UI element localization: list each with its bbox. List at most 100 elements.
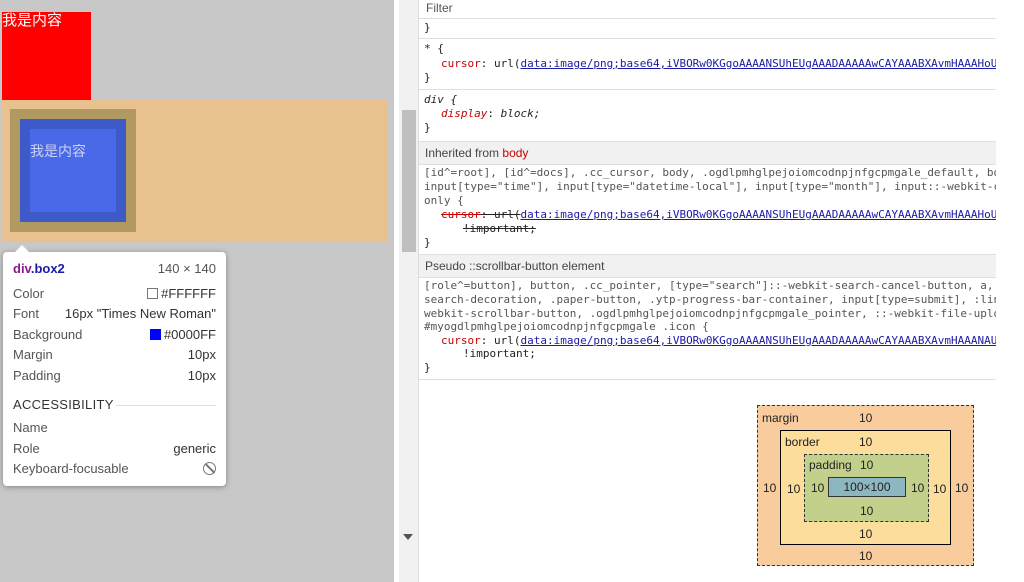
border-left-value[interactable]: 10 — [787, 482, 800, 496]
rule-selector[interactable]: div { — [424, 93, 457, 107]
accessibility-heading-text: ACCESSIBILITY — [13, 397, 114, 412]
divider — [116, 405, 216, 406]
rule-close: } — [424, 361, 431, 374]
property-value[interactable]: url( — [494, 57, 521, 70]
filter-input[interactable]: Filter — [426, 1, 453, 15]
tooltip-key: Color — [13, 286, 45, 301]
padding-right-value[interactable]: 10 — [911, 481, 924, 495]
tooltip-key: Padding — [13, 368, 61, 383]
inherited-label: Inherited from — [425, 146, 500, 160]
property-value[interactable]: url( — [494, 334, 521, 347]
tooltip-value: #FFFFFF — [161, 286, 216, 301]
style-declaration[interactable]: cursor: url(data:image/png;base64,iVBORw… — [441, 57, 997, 71]
tooltip-key: Name — [13, 420, 48, 435]
divider — [419, 379, 997, 380]
divider — [419, 89, 997, 90]
divider — [419, 38, 997, 39]
padding-left-value[interactable]: 10 — [811, 481, 824, 495]
tooltip-row-color: Color #FFFFFF — [13, 284, 216, 304]
rule-selector[interactable]: search-decoration, .paper-button, .ytp-p… — [424, 293, 1000, 307]
rule-close: } — [424, 236, 431, 249]
color-swatch-icon — [147, 288, 159, 299]
rule-selector[interactable]: * { — [424, 42, 444, 56]
tooltip-key: Background — [13, 327, 83, 342]
margin-top-value[interactable]: 10 — [859, 411, 872, 425]
box1[interactable]: 我是内容 — [2, 12, 91, 100]
tooltip-title: div.box2 140 × 140 — [13, 259, 216, 279]
border-top-value[interactable]: 10 — [859, 435, 872, 449]
tooltip-size: 140 × 140 — [157, 261, 216, 276]
rule-close: } — [424, 21, 431, 34]
tooltip-row-margin: Margin 10px — [13, 345, 216, 365]
style-declaration[interactable]: display: block; — [441, 107, 540, 121]
important-flag: !important; — [463, 222, 536, 235]
rule-selector[interactable]: input[type="time"], input[type="datetime… — [424, 180, 1000, 194]
padding-top-value[interactable]: 10 — [860, 458, 873, 472]
color-swatch-icon — [149, 329, 161, 340]
tooltip-row-padding: Padding 10px — [13, 366, 216, 386]
content-size-value[interactable]: 100×100 — [843, 480, 890, 494]
data-url-link[interactable]: data:image/png;base64,iVBORw0KGgoAAAANSU… — [521, 57, 998, 70]
tooltip-value: #0000FF — [163, 327, 216, 342]
tooltip-tag: div — [13, 261, 31, 276]
inherited-node-link[interactable]: body — [502, 146, 528, 160]
property-name[interactable]: display — [441, 107, 487, 120]
accessibility-heading: ACCESSIBILITY — [13, 397, 216, 413]
margin-bottom-value[interactable]: 10 — [859, 549, 872, 563]
pseudo-element-header: Pseudo ::scrollbar-button element — [419, 254, 997, 278]
box-model-content[interactable]: 100×100 — [828, 477, 906, 497]
border-bottom-value[interactable]: 10 — [859, 527, 872, 541]
tooltip-value: 16px "Times New Roman" — [64, 306, 216, 321]
rule-selector[interactable]: #myogdlpmhglpejoiomcodnpjnfgcpmgale .ico… — [424, 320, 709, 334]
margin-right-value[interactable]: 10 — [955, 481, 968, 495]
tooltip-value: generic — [173, 441, 216, 456]
pseudo-label: Pseudo ::scrollbar-button element — [425, 259, 605, 273]
property-name[interactable]: cursor — [441, 334, 481, 347]
margin-left-value[interactable]: 10 — [763, 481, 776, 495]
padding-bottom-value[interactable]: 10 — [860, 504, 873, 518]
box1-text: 我是内容 — [2, 12, 63, 29]
tooltip-value: 10px — [187, 347, 216, 362]
border-right-value[interactable]: 10 — [933, 482, 946, 496]
tooltip-value: 10px — [187, 368, 216, 383]
margin-label: margin — [762, 411, 799, 425]
box2-text: 我是内容 — [30, 143, 86, 159]
box2[interactable]: 我是内容 — [30, 129, 116, 212]
box-model-margin[interactable]: margin 10 10 10 10 border 10 10 10 10 pa… — [757, 405, 974, 566]
property-value[interactable]: block; — [501, 107, 541, 120]
scrollbar-track[interactable] — [400, 0, 418, 582]
style-declaration-overridden[interactable]: cursor: url(data:image/png;base64,iVBORw… — [441, 208, 997, 222]
border-label: border — [785, 435, 820, 449]
inherited-header: Inherited from body — [419, 141, 997, 165]
not-allowed-icon — [203, 462, 216, 475]
data-url-link[interactable]: data:image/png;base64,iVBORw0KGgoAAAANSU… — [521, 208, 998, 221]
property-name[interactable]: cursor — [441, 57, 481, 70]
important-flag: !important; — [463, 347, 536, 360]
tooltip-key: Keyboard-focusable — [13, 461, 129, 476]
scrollbar-thumb[interactable] — [402, 110, 416, 252]
a11y-row-role: Role generic — [13, 439, 216, 459]
page-viewport: 我是内容 我是内容 div.box2 140 × 140 Color #FFFF… — [0, 0, 394, 582]
rule-close: } — [424, 121, 431, 134]
style-declaration[interactable]: cursor: url(data:image/png;base64,iVBORw… — [441, 334, 997, 348]
data-url-link[interactable]: data:image/png;base64,iVBORw0KGgoAAAANSU… — [521, 334, 998, 347]
box-model-border[interactable]: border 10 10 10 10 padding 10 10 10 10 1… — [780, 430, 951, 545]
filter-bar[interactable]: Filter — [419, 0, 997, 19]
property-name[interactable]: cursor — [441, 208, 481, 221]
a11y-row-focusable: Keyboard-focusable — [13, 459, 216, 479]
property-value[interactable]: url( — [494, 208, 521, 221]
a11y-row-name: Name — [13, 418, 216, 438]
tooltip-class: .box2 — [30, 261, 65, 276]
box-model-padding[interactable]: padding 10 10 10 10 100×100 — [804, 454, 929, 522]
tooltip-row-font: Font 16px "Times New Roman" — [13, 304, 216, 324]
padding-label: padding — [809, 458, 852, 472]
tooltip-row-background: Background #0000FF — [13, 325, 216, 345]
elements-code-edge — [394, 0, 399, 582]
scroll-down-arrow-icon[interactable] — [403, 534, 413, 540]
tooltip-key: Role — [13, 441, 40, 456]
rule-selector[interactable]: [role^=button], button, .cc_pointer, [ty… — [424, 279, 994, 293]
rule-selector[interactable]: webkit-scrollbar-button, .ogdlpmhglpejoi… — [424, 307, 1000, 321]
styles-pane: Filter } * { cursor: url(data:image/png;… — [419, 0, 1024, 582]
rule-selector[interactable]: [id^=root], [id^=docs], .cc_cursor, body… — [424, 166, 1000, 180]
rule-selector[interactable]: only { — [424, 194, 464, 208]
